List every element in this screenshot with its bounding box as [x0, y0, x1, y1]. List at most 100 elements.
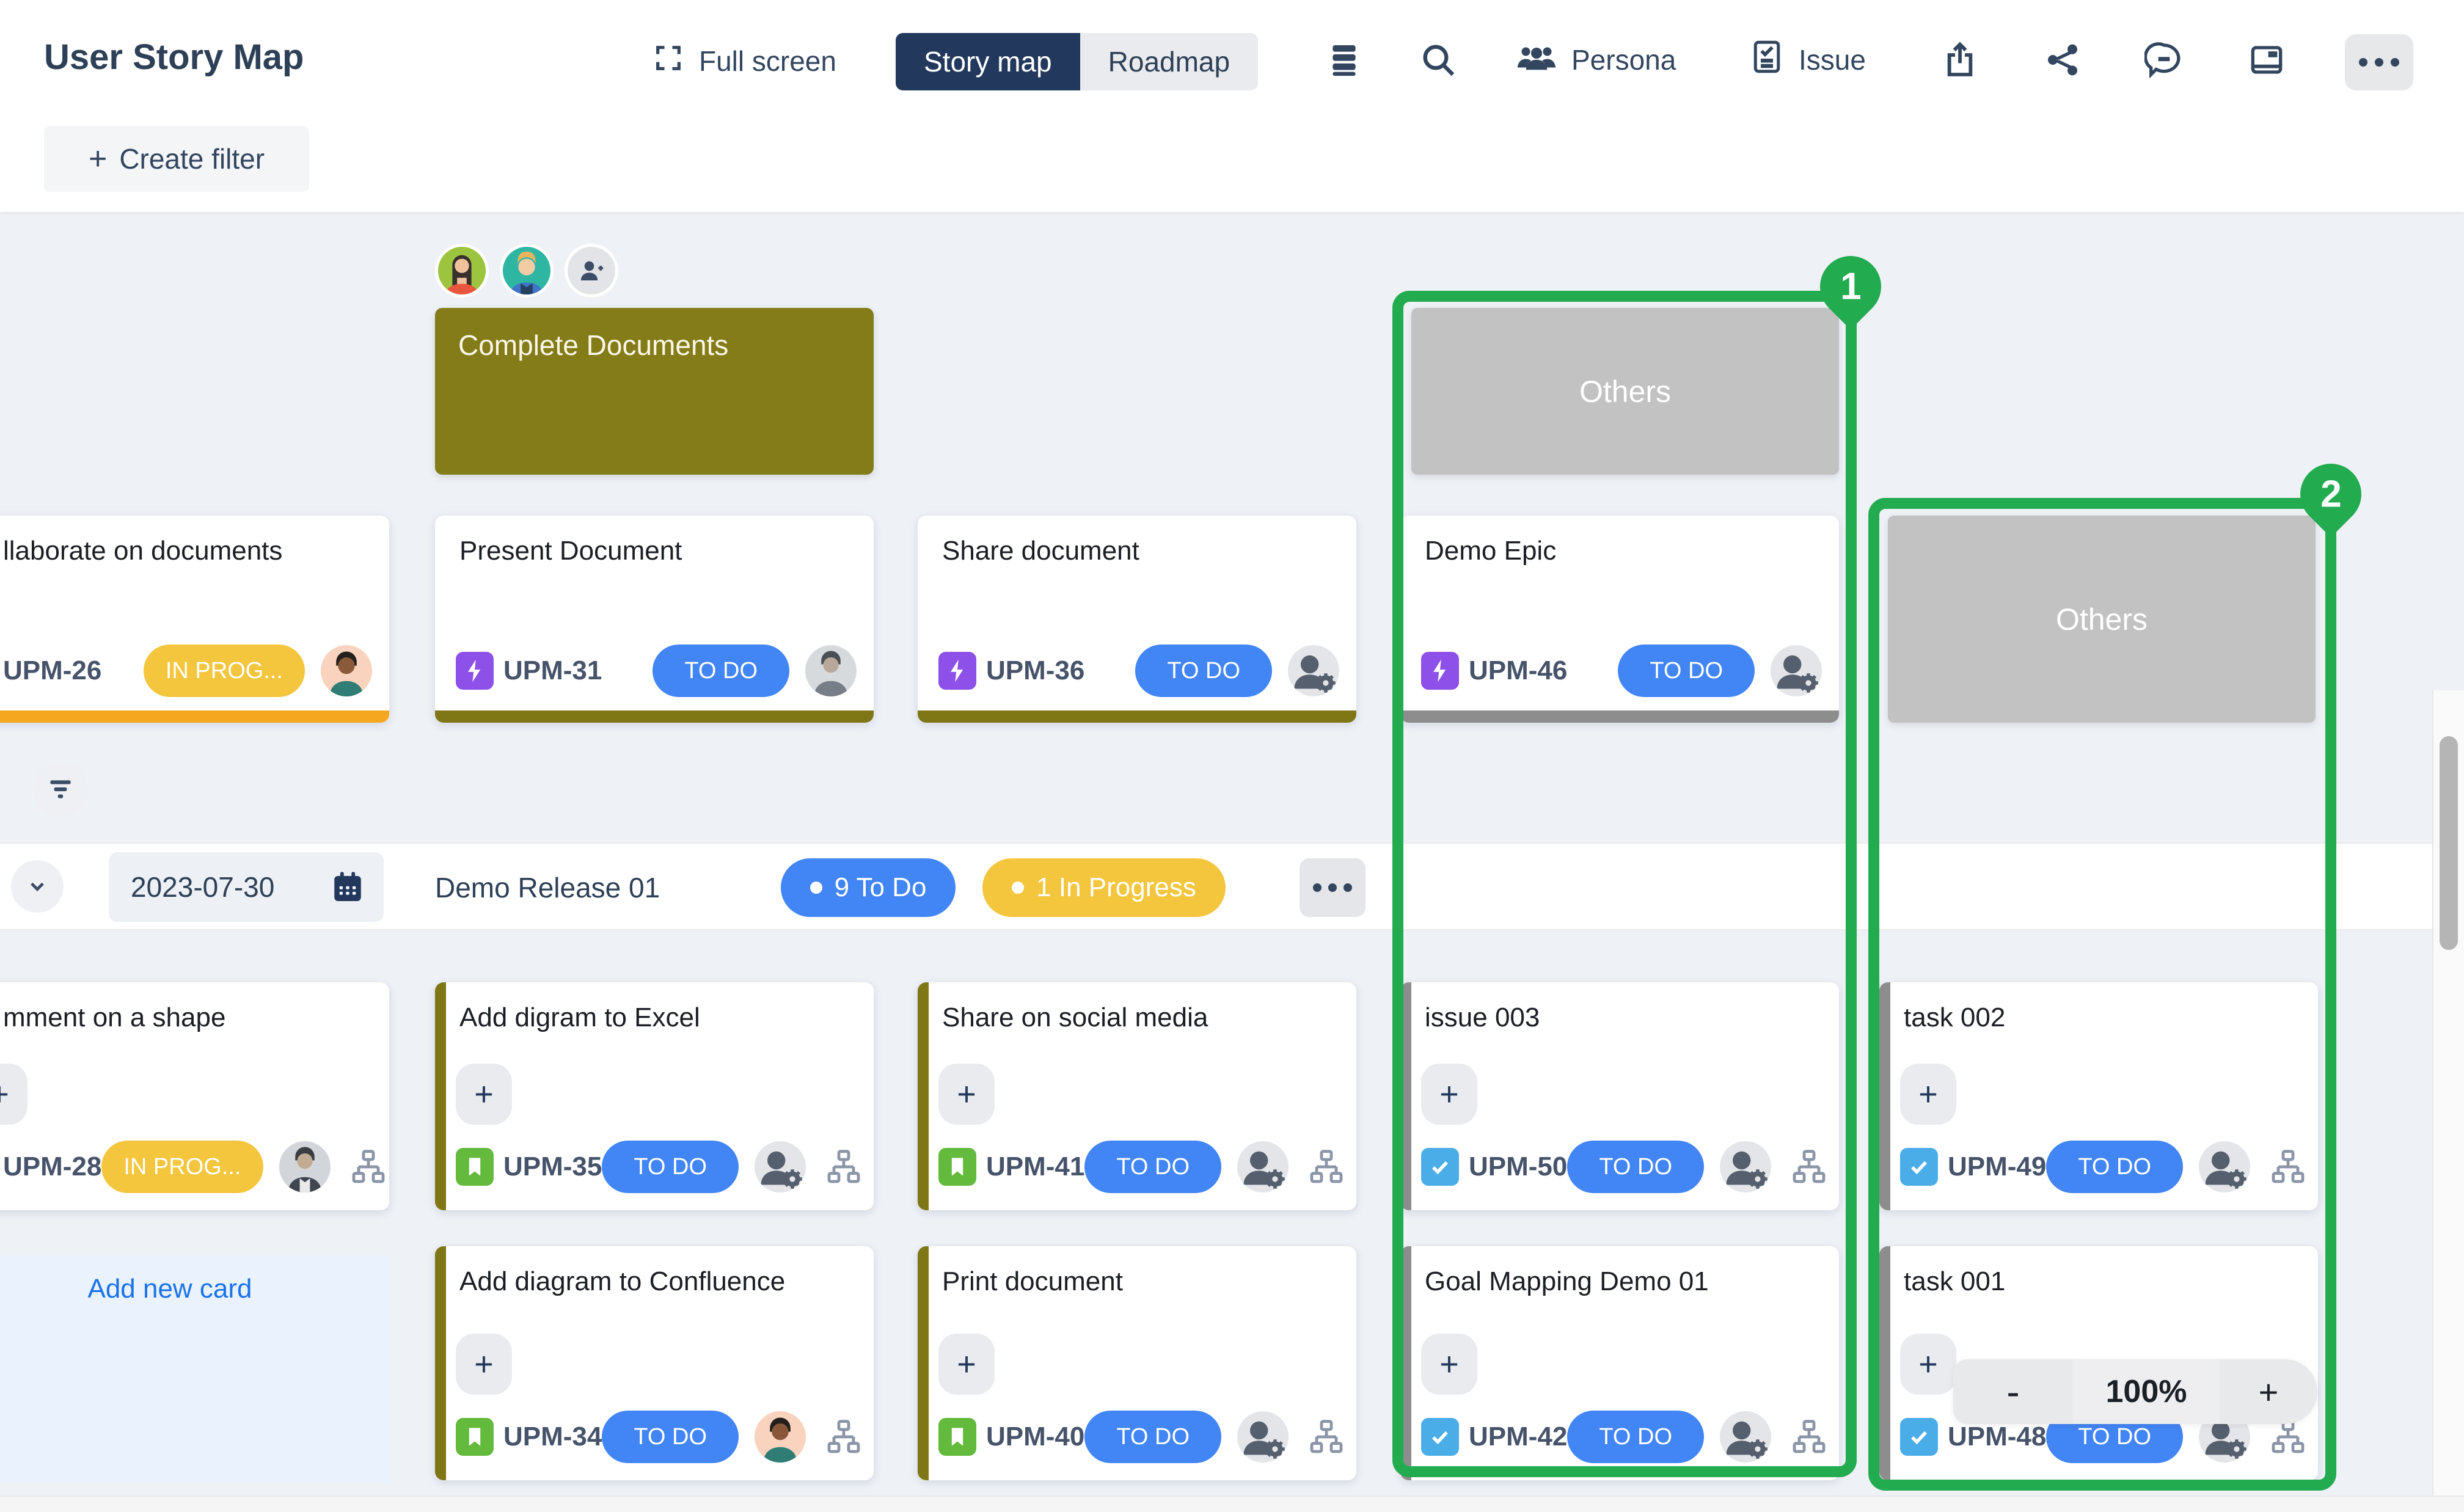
vertical-scrollbar-track[interactable] [2432, 690, 2464, 1512]
card-upm-35[interactable]: Add digram to Excel + UPM-35 TO DO [435, 982, 874, 1210]
status-badge[interactable]: IN PROG... [101, 1141, 263, 1193]
card-title: issue 003 [1425, 1001, 1818, 1034]
card-key: UPM-50 [1469, 1152, 1567, 1182]
share-icon[interactable] [2043, 40, 2082, 79]
vertical-scrollbar-thumb[interactable] [2440, 736, 2458, 950]
issue-icon [1749, 37, 1785, 83]
status-badge[interactable]: IN PROG... [144, 645, 305, 697]
add-child-button[interactable]: + [1421, 1334, 1477, 1395]
assignee-avatar[interactable] [755, 1411, 806, 1463]
card-title: Present Document [459, 534, 853, 568]
type-accent [918, 982, 929, 1210]
add-child-button[interactable]: + [1900, 1334, 1956, 1395]
board-card-icon[interactable] [2247, 40, 2286, 79]
comment-minus-icon[interactable] [2144, 40, 2184, 79]
unassigned-avatar[interactable] [1771, 645, 1822, 696]
collapse-release-button[interactable] [11, 860, 64, 913]
story-type-icon [938, 1148, 976, 1186]
create-filter-button[interactable]: + Create filter [44, 126, 309, 192]
status-badge[interactable]: TO DO [1084, 1411, 1221, 1463]
add-child-button[interactable]: + [938, 1334, 995, 1395]
unassigned-avatar[interactable] [1720, 1411, 1771, 1463]
add-new-card-link[interactable]: Add new card [87, 1274, 252, 1304]
export-icon[interactable] [1940, 40, 1980, 79]
unassigned-avatar[interactable] [1237, 1141, 1289, 1192]
add-child-button[interactable]: + [456, 1064, 512, 1125]
persona-avatar-man[interactable] [500, 244, 554, 298]
card-upm-46[interactable]: Demo Epic UPM-46 TO DO [1400, 516, 1839, 723]
add-child-button[interactable]: + [938, 1064, 995, 1125]
tab-roadmap[interactable]: Roadmap [1080, 33, 1258, 90]
card-upm-50[interactable]: issue 003 + UPM-50 TO DO [1400, 982, 1839, 1210]
task-type-icon [1900, 1418, 1938, 1456]
hierarchy-icon[interactable] [824, 1417, 863, 1456]
status-badge[interactable]: TO DO [602, 1141, 739, 1193]
more-actions-button[interactable] [2345, 34, 2413, 90]
zoom-in-button[interactable]: + [2220, 1359, 2317, 1424]
hierarchy-icon[interactable] [1307, 1417, 1346, 1456]
card-title: Share document [942, 534, 1336, 568]
add-child-button[interactable]: + [1900, 1064, 1956, 1125]
assignee-avatar[interactable] [805, 645, 857, 696]
unassigned-avatar[interactable] [1237, 1411, 1289, 1463]
card-key: UPM-36 [986, 656, 1084, 686]
zoom-out-button[interactable]: - [1953, 1359, 2073, 1424]
unassigned-avatar[interactable] [2199, 1141, 2250, 1192]
status-badge[interactable]: TO DO [1567, 1141, 1704, 1193]
hierarchy-icon[interactable] [824, 1147, 863, 1186]
add-child-button[interactable]: + [456, 1334, 512, 1395]
card-upm-34[interactable]: Add diagram to Confluence + UPM-34 TO DO [435, 1246, 874, 1480]
others-column-card-2[interactable]: Others [1888, 516, 2316, 723]
status-badge[interactable]: TO DO [653, 645, 789, 697]
status-badge[interactable]: TO DO [1084, 1141, 1221, 1193]
release-more-button[interactable] [1300, 858, 1365, 917]
status-badge[interactable]: TO DO [1567, 1411, 1704, 1463]
inprogress-count-badge[interactable]: 1 In Progress [982, 858, 1226, 917]
status-badge[interactable]: TO DO [602, 1411, 739, 1463]
hierarchy-icon[interactable] [1307, 1147, 1346, 1186]
card-key: UPM-34 [503, 1422, 602, 1452]
unassigned-avatar[interactable] [755, 1141, 806, 1192]
hierarchy-icon[interactable] [1790, 1147, 1829, 1186]
unassigned-avatar[interactable] [1288, 645, 1339, 696]
status-badge[interactable]: TO DO [2046, 1141, 2183, 1193]
card-upm-42[interactable]: Goal Mapping Demo 01 + UPM-42 TO DO [1400, 1246, 1839, 1480]
add-child-button[interactable]: + [1421, 1064, 1477, 1125]
type-accent [918, 1246, 929, 1480]
card-upm-41[interactable]: Share on social media + UPM-41 TO DO [918, 982, 1356, 1210]
release-date-field[interactable]: 2023-07-30 [109, 852, 384, 922]
release-name: Demo Release 01 [435, 844, 660, 932]
card-upm-28[interactable]: mment on a shape + UPM-28 IN PROG... [0, 982, 389, 1210]
card-upm-31[interactable]: Present Document UPM-31 TO DO [435, 516, 874, 723]
status-badge[interactable]: TO DO [1618, 645, 1755, 697]
card-upm-49[interactable]: task 002 + UPM-49 TO DO [1879, 982, 2318, 1210]
hierarchy-icon[interactable] [2268, 1147, 2308, 1186]
persona-avatar-woman[interactable] [435, 244, 489, 298]
app-header: User Story Map Full screen Story map Roa… [0, 0, 2464, 212]
hierarchy-icon[interactable] [349, 1147, 388, 1186]
horizontal-scrollbar-track[interactable] [0, 1496, 2464, 1512]
unassigned-avatar[interactable] [1720, 1141, 1771, 1192]
hierarchy-icon[interactable] [1790, 1417, 1829, 1456]
add-new-card-panel: Add new card [0, 1255, 389, 1483]
epic-header-card[interactable]: Complete Documents [435, 308, 874, 475]
others-column-card-1[interactable]: Others [1411, 308, 1839, 475]
card-upm-36[interactable]: Share document UPM-36 TO DO [918, 516, 1356, 723]
status-badge[interactable]: TO DO [1135, 645, 1272, 697]
search-icon[interactable] [1419, 40, 1458, 79]
rows-icon[interactable] [1325, 40, 1364, 79]
assignee-avatar[interactable] [321, 645, 372, 696]
release-filter-button[interactable] [33, 762, 88, 817]
card-upm-26[interactable]: llaborate on documents UPM-26 IN PROG... [0, 516, 389, 723]
assignee-avatar[interactable] [279, 1141, 331, 1192]
issue-button[interactable]: Issue [1749, 40, 1866, 79]
tab-story-map[interactable]: Story map [896, 33, 1080, 90]
card-upm-40[interactable]: Print document + UPM-40 TO DO [918, 1246, 1356, 1480]
card-title: Share on social media [942, 1001, 1336, 1034]
add-child-button[interactable]: + [0, 1064, 27, 1125]
fullscreen-button[interactable]: Full screen [653, 35, 836, 87]
add-persona-button[interactable] [565, 244, 618, 298]
persona-button[interactable]: Persona [1515, 40, 1676, 79]
task-type-icon [1421, 1418, 1459, 1456]
todo-count-badge[interactable]: 9 To Do [781, 858, 956, 917]
